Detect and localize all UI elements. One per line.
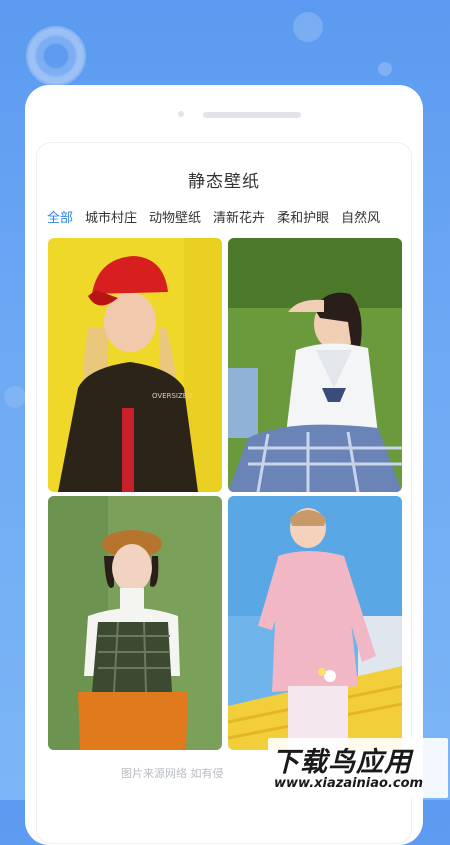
wallpaper-thumbnail[interactable] <box>228 496 402 750</box>
wallpaper-thumbnail[interactable] <box>48 496 222 750</box>
camera-dot <box>178 111 184 117</box>
wallpaper-image <box>228 496 402 750</box>
watermark-title: 下载鸟应用 <box>272 747 412 778</box>
decorative-rings <box>26 26 86 86</box>
tab-all[interactable]: 全部 <box>47 207 73 226</box>
jacket-print: OVERSIZED <box>152 392 193 400</box>
speaker-grille <box>203 112 301 118</box>
wallpaper-image <box>228 238 402 492</box>
decorative-bubble <box>4 386 26 408</box>
wallpaper-thumbnail[interactable] <box>228 238 402 492</box>
wallpaper-image <box>48 496 222 750</box>
watermark-logo: 下载鸟应用 www.xiazainiao.com <box>268 738 448 798</box>
tab-nature[interactable]: 自然风 <box>341 207 380 226</box>
phone-frame: 静态壁纸 全部 城市村庄 动物壁纸 清新花卉 柔和护眼 自然风 OVERSIZED <box>25 85 423 845</box>
decorative-bubble <box>378 62 392 76</box>
watermark-url: www.xiazainiao.com <box>274 776 424 791</box>
wallpaper-thumbnail[interactable]: OVERSIZED <box>48 238 222 492</box>
category-tabs: 全部 城市村庄 动物壁纸 清新花卉 柔和护眼 自然风 <box>47 207 411 229</box>
decorative-bubble <box>293 12 323 42</box>
page-title: 静态壁纸 <box>188 172 260 192</box>
tab-flowers[interactable]: 清新花卉 <box>213 207 265 226</box>
wallpaper-image: OVERSIZED <box>48 238 222 492</box>
image-source-note: 图片来源网络 如有侵 <box>121 767 224 780</box>
tab-animal[interactable]: 动物壁纸 <box>149 207 201 226</box>
tab-city-village[interactable]: 城市村庄 <box>85 207 137 226</box>
tab-eye-care[interactable]: 柔和护眼 <box>277 207 329 226</box>
